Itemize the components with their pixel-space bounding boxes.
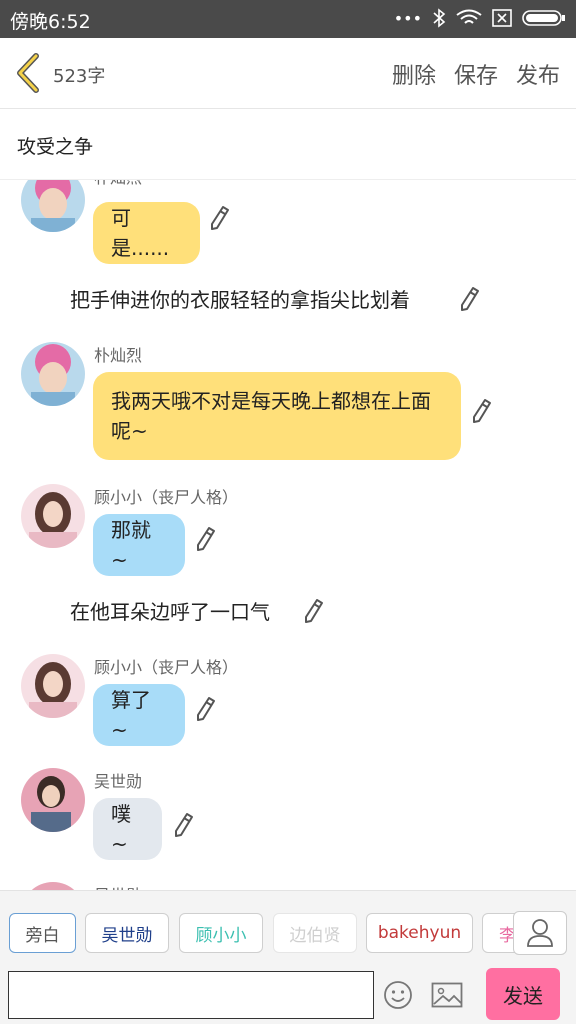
person-icon [527, 919, 553, 947]
story-title-bar[interactable]: 攻受之争 [0, 109, 576, 180]
back-arrow-icon[interactable] [12, 52, 46, 94]
character-chip-narrator[interactable]: 旁白 [9, 913, 76, 953]
image-icon[interactable] [431, 982, 463, 1008]
edit-pencil-icon[interactable] [458, 286, 480, 312]
avatar[interactable] [21, 484, 85, 548]
avatar[interactable] [21, 654, 85, 718]
message-bubble[interactable]: 算了~ [93, 684, 185, 746]
character-chip[interactable]: bakehyun [366, 913, 473, 953]
more-dots-icon: ••• [393, 8, 422, 28]
no-sim-icon [492, 9, 512, 27]
status-bar: 傍晚6:52 ••• [0, 0, 576, 38]
message-bubble[interactable]: 那就~ [93, 514, 185, 576]
character-chip[interactable]: 顾小小 [179, 913, 263, 953]
status-icons: ••• [394, 8, 566, 28]
status-time: 傍晚6:52 [10, 11, 91, 33]
composer: 发送 [0, 968, 576, 1024]
battery-icon [522, 10, 565, 26]
edit-pencil-icon[interactable] [194, 526, 216, 552]
add-character-button[interactable] [513, 911, 567, 955]
speaker-name: 朴灿烈 [94, 346, 143, 365]
speaker-name: 顾小小（丧尸人格） [94, 658, 239, 677]
bluetooth-icon [433, 8, 446, 28]
edit-pencil-icon[interactable] [470, 398, 492, 424]
edit-pencil-icon[interactable] [194, 696, 216, 722]
avatar[interactable] [21, 180, 85, 232]
top-bar: 523字 删除 保存 发布 [0, 38, 576, 109]
save-button[interactable]: 保存 [454, 58, 498, 90]
edit-pencil-icon[interactable] [172, 812, 194, 838]
message-bubble[interactable]: 噗~ [93, 798, 162, 860]
send-button[interactable]: 发送 [486, 968, 560, 1020]
speaker-name: 吴世勋 [94, 772, 143, 791]
avatar[interactable] [21, 342, 85, 406]
chat-list[interactable]: 朴灿烈 可是...... 把手伸进你的衣服轻轻的拿指尖比划着 朴灿烈 我两天哦不… [0, 180, 576, 890]
character-chip[interactable]: 吴世勋 [85, 913, 169, 953]
story-title: 攻受之争 [17, 136, 94, 158]
narration-text[interactable]: 把手伸进你的衣服轻轻的拿指尖比划着 [70, 284, 410, 313]
publish-button[interactable]: 发布 [516, 58, 560, 90]
delete-button[interactable]: 删除 [392, 58, 436, 90]
character-chip[interactable]: 边伯贤 [273, 913, 357, 953]
word-count: 523字 [53, 66, 106, 87]
emoji-icon[interactable] [383, 980, 413, 1010]
avatar[interactable] [21, 882, 85, 890]
character-selector: 旁白 吴世勋 顾小小 边伯贤 bakehyun 李 [0, 890, 576, 969]
speaker-name: 吴世勋 [94, 882, 142, 890]
speaker-name: 朴灿烈 [94, 180, 142, 188]
speaker-name: 顾小小（丧尸人格） [94, 488, 239, 507]
header-actions: 删除 保存 发布 [392, 58, 560, 90]
message-input[interactable] [8, 971, 374, 1019]
edit-pencil-icon[interactable] [208, 205, 230, 231]
message-bubble[interactable]: 可是...... [93, 202, 200, 264]
message-bubble[interactable]: 我两天哦不对是每天晚上都想在上面呢~ [93, 372, 461, 460]
narration-text[interactable]: 在他耳朵边呼了一口气 [70, 596, 270, 625]
wifi-icon [456, 9, 482, 24]
edit-pencil-icon[interactable] [302, 598, 324, 624]
avatar[interactable] [21, 768, 85, 832]
